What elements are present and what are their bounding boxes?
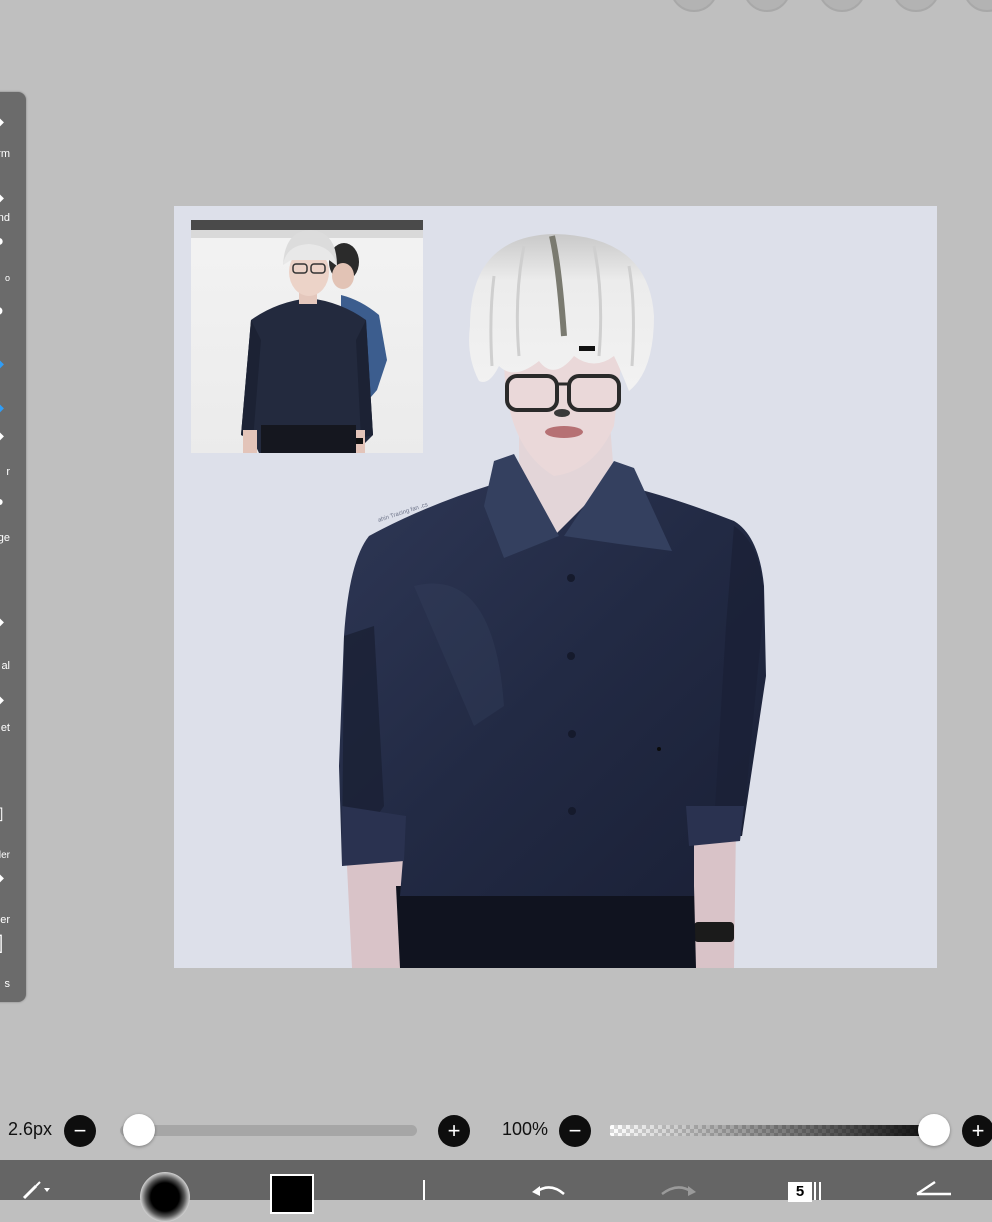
tool-label: al	[1, 660, 10, 672]
tool-label: s	[4, 978, 11, 990]
transform-icon: ◆	[0, 117, 4, 128]
opacity-knob[interactable]	[918, 1114, 950, 1146]
tool-label: r	[6, 466, 10, 478]
smudge-icon: ◆	[0, 431, 4, 442]
magic-wand-icon: ◆	[0, 193, 4, 204]
eraser-icon: ◆	[0, 403, 4, 414]
blur-icon: ●	[0, 494, 4, 508]
undo-icon	[532, 1186, 565, 1196]
opacity-slider[interactable]	[610, 1125, 932, 1136]
download-button[interactable]	[420, 1180, 440, 1205]
pen-swap-icon	[22, 1181, 50, 1200]
top-tool-button-5[interactable]	[963, 0, 992, 12]
brush-size-knob[interactable]	[122, 1114, 155, 1146]
artwork-illustration	[339, 234, 766, 968]
arrow-down-icon	[423, 1180, 425, 1200]
top-tool-button-1[interactable]	[670, 0, 718, 12]
redo-icon	[661, 1186, 696, 1196]
opacity-increase-button[interactable]: +	[962, 1115, 992, 1147]
tool-panel: ◆ rm ◆ and ● o ● ◆ ◆ ◆ r ● ge ◆ al ◆ et …	[0, 92, 26, 1002]
drawing-canvas[interactable]: ahin Tracing fan .cs	[174, 206, 937, 968]
tool-label: rm	[0, 148, 10, 160]
brush-size-value: 2.6px	[8, 1119, 53, 1139]
brush-opacity-value: 100%	[502, 1119, 549, 1139]
top-tool-button-4[interactable]	[892, 0, 940, 12]
brush-icon: ◆	[0, 359, 4, 370]
tool-label: per	[0, 914, 10, 926]
bottom-toolbar	[0, 1160, 992, 1222]
top-tool-button-3[interactable]	[818, 0, 866, 12]
lasso-icon: ●	[0, 234, 4, 250]
arrow-left-icon	[916, 1180, 951, 1196]
opacity-decrease-button[interactable]: −	[559, 1115, 591, 1147]
top-tool-button-2[interactable]	[743, 0, 791, 12]
redo-button[interactable]	[658, 1182, 698, 1205]
brush-size-increase-button[interactable]: +	[438, 1115, 470, 1147]
tool-label: and	[0, 212, 10, 224]
eyedropper-icon: ◆	[0, 873, 4, 884]
brush-size-slider[interactable]	[120, 1125, 417, 1136]
tool-label: et	[0, 722, 10, 734]
brush-tip-icon	[140, 1172, 190, 1222]
layers-icon	[814, 1182, 821, 1200]
filter-icon: ●	[0, 301, 4, 319]
text-icon: ◆	[0, 695, 4, 706]
bucket-icon: ◆	[0, 617, 4, 628]
brush-select-button[interactable]	[20, 1176, 56, 1205]
back-button[interactable]	[915, 1180, 955, 1205]
brush-preview-button[interactable]	[140, 1172, 190, 1222]
current-color-swatch	[270, 1174, 314, 1214]
color-swatch-button[interactable]	[270, 1174, 314, 1214]
tool-label: ge	[0, 532, 10, 544]
tool-label: ider	[0, 850, 10, 861]
tool-label: o	[4, 273, 10, 283]
undo-button[interactable]	[530, 1182, 570, 1205]
layers-button[interactable]	[812, 1182, 826, 1205]
frame-divider-icon: ▯	[0, 804, 4, 822]
canvas-icon: ▯	[0, 931, 4, 955]
brush-size-decrease-button[interactable]: −	[64, 1115, 96, 1147]
layer-count-badge[interactable]: 5	[788, 1182, 812, 1202]
